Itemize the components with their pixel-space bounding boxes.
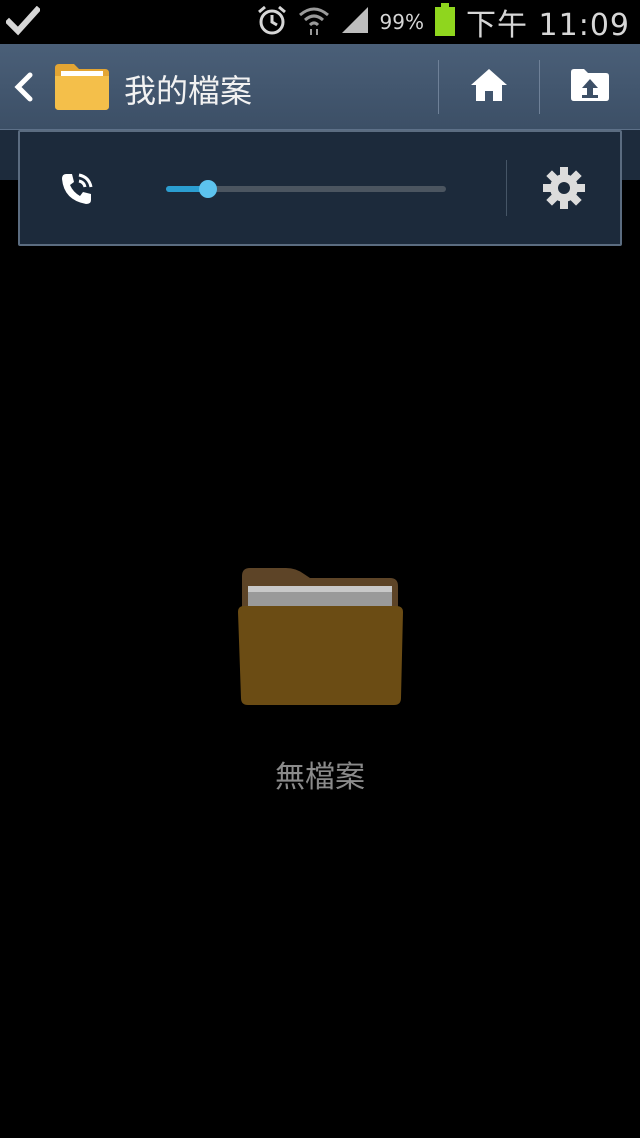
status-bar: 99% 下午 11:09 (0, 0, 640, 44)
battery-icon (434, 3, 456, 41)
signal-icon (340, 5, 370, 39)
clock: 下午 11:09 (466, 8, 630, 43)
page-title: 我的檔案 (124, 72, 253, 110)
back-arrow-icon[interactable] (10, 72, 38, 102)
phone-call-icon (58, 170, 96, 212)
battery-percent: 99% (379, 10, 424, 34)
wifi-icon (298, 4, 330, 40)
volume-panel (18, 130, 622, 246)
sound-settings-button[interactable] (540, 166, 588, 214)
gear-icon (542, 166, 586, 214)
volume-slider[interactable] (166, 180, 446, 198)
action-bar: 我的檔案 (0, 44, 640, 130)
divider (506, 160, 507, 216)
folder-up-icon (570, 68, 610, 106)
notification-checkmark-icon (4, 5, 42, 40)
folder-up-button[interactable] (540, 44, 640, 130)
folder-icon[interactable] (54, 62, 110, 116)
slider-thumb[interactable] (199, 180, 217, 198)
home-button[interactable] (439, 44, 539, 130)
empty-message: 無檔案 (275, 760, 365, 795)
home-icon (469, 67, 509, 107)
alarm-icon (256, 4, 288, 40)
empty-folder-icon (236, 566, 406, 712)
